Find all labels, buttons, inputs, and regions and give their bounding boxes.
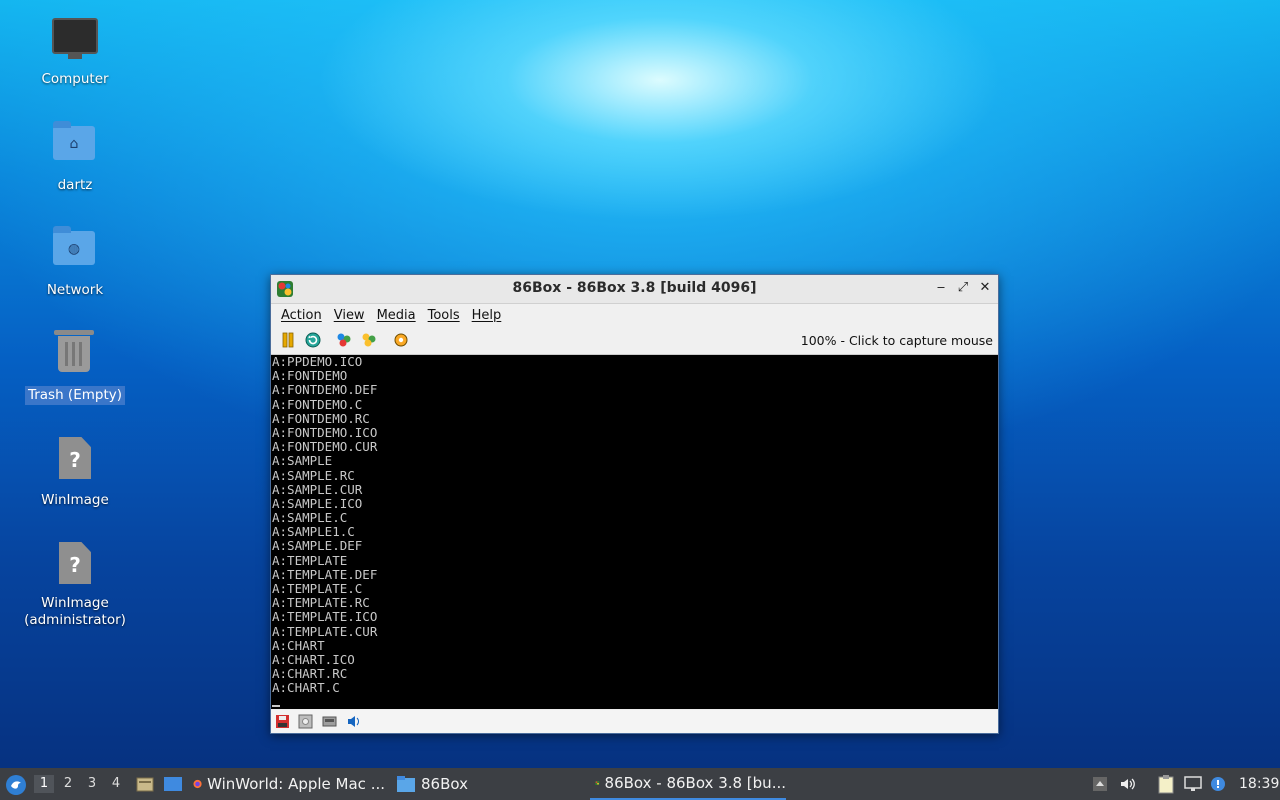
task-label: 86Box: [421, 775, 468, 793]
network-folder-icon: ◍: [51, 225, 99, 273]
window-title: 86Box - 86Box 3.8 [build 4096]: [512, 280, 757, 296]
network-icon[interactable]: [1184, 775, 1202, 793]
emulator-window: 86Box - 86Box 3.8 [build 4096] ‒ ⤢ ✕ Act…: [270, 274, 999, 734]
hard-disk-icon[interactable]: [322, 714, 337, 729]
screen-line: A:FONTDEMO.ICO: [272, 424, 378, 440]
screen-line: A:FONTDEMO.CUR: [272, 439, 378, 455]
screen-line: A:TEMPLATE.CUR: [272, 623, 378, 639]
settings-icon[interactable]: [393, 332, 409, 348]
menu-action[interactable]: Action: [275, 308, 328, 323]
workspace-2[interactable]: 2: [58, 775, 78, 793]
clock[interactable]: 18:39: [1239, 768, 1279, 800]
reset-icon[interactable]: [305, 332, 321, 348]
menu-media[interactable]: Media: [371, 308, 422, 323]
screen-line: A:FONTDEMO: [272, 368, 348, 384]
unknown-file-icon: ?: [51, 540, 99, 588]
minimize-icon[interactable]: ‒: [932, 279, 950, 297]
desktop-icon-label: WinImage: [41, 492, 109, 508]
screen-line: A:TEMPLATE.C: [272, 581, 363, 596]
workspace-4[interactable]: 4: [106, 775, 126, 793]
screen-line: A:SAMPLE1.C: [272, 524, 355, 540]
window-titlebar[interactable]: 86Box - 86Box 3.8 [build 4096] ‒ ⤢ ✕: [271, 275, 998, 304]
pause-icon[interactable]: [280, 332, 296, 348]
maximize-icon[interactable]: ⤢: [954, 279, 972, 297]
screen-line: A:SAMPLE: [272, 453, 333, 469]
capture-status: 100% - Click to capture mouse: [800, 333, 993, 348]
desktop-icon-label: WinImage (administrator): [24, 595, 126, 628]
task-label: WinWorld: Apple Mac ...: [207, 775, 385, 793]
menu-view[interactable]: View: [328, 308, 371, 323]
ctrl-alt-del-icon[interactable]: [336, 332, 352, 348]
tray-expand-icon[interactable]: [1092, 776, 1108, 792]
emulator-screen[interactable]: A:PPDEMO.ICO A:FONTDEMO A:FONTDEMO.DEF A:FO…: [271, 355, 998, 709]
desktop-icon-label: dartz: [57, 177, 93, 193]
whisker-menu-icon[interactable]: [5, 774, 27, 796]
screen-line: A:TEMPLATE.ICO: [272, 609, 378, 625]
screen-line: A:FONTDEMO.C: [272, 396, 363, 412]
screen-line: A:CHART: [272, 637, 325, 653]
screen-line: A:CHART.ICO: [272, 651, 355, 667]
firefox-icon: [193, 779, 202, 789]
task-label: 86Box - 86Box 3.8 [bu...: [604, 774, 786, 792]
status-bar: [271, 710, 998, 733]
ctrl-alt-esc-icon[interactable]: [361, 332, 377, 348]
desktop-icon-label: Network: [46, 282, 104, 298]
unknown-file-icon: ?: [51, 435, 99, 483]
screen-line: A:CHART.RC: [272, 666, 348, 682]
desktop-icon-trash[interactable]: Trash (Empty): [20, 330, 130, 405]
screen-line: A:TEMPLATE.DEF: [272, 566, 378, 582]
show-desktop-icon[interactable]: [163, 775, 183, 793]
cdrom-drive-icon[interactable]: [298, 714, 313, 729]
workspace-3[interactable]: 3: [82, 775, 102, 793]
screen-line: A:TEMPLATE: [272, 552, 348, 568]
screen-line: A:SAMPLE.C: [272, 510, 348, 526]
menu-tools[interactable]: Tools: [422, 308, 466, 323]
taskbar: 1 2 3 4 WinWorld: Apple Mac ... 86Box 86…: [0, 768, 1280, 800]
clipboard-icon[interactable]: [1157, 774, 1175, 794]
desktop-icon-winimage-admin[interactable]: ? WinImage (administrator): [20, 540, 130, 630]
toolbar: 100% - Click to capture mouse: [271, 326, 998, 355]
task-86box-window[interactable]: 86Box - 86Box 3.8 [bu...: [590, 768, 786, 800]
screen-line: A:CHART.C: [272, 680, 340, 696]
floppy-drive-icon[interactable]: [275, 714, 290, 729]
menu-bar: Action View Media Tools Help: [271, 304, 998, 326]
home-folder-icon: ⌂: [51, 120, 99, 168]
screen-line: A:SAMPLE.ICO: [272, 495, 363, 511]
desktop-icon-home-folder[interactable]: ⌂ dartz: [20, 120, 130, 195]
86box-app-icon: [595, 780, 600, 786]
file-manager-icon[interactable]: [136, 775, 154, 793]
screen-line: A:SAMPLE.CUR: [272, 481, 363, 497]
folder-icon: [397, 776, 415, 792]
menu-help[interactable]: Help: [466, 308, 508, 323]
screen-line: A:SAMPLE.RC: [272, 467, 355, 483]
task-firefox[interactable]: WinWorld: Apple Mac ...: [193, 768, 385, 800]
volume-icon[interactable]: [1120, 776, 1136, 792]
screen-line: A:FONTDEMO.DEF: [272, 382, 378, 398]
desktop-icon-network[interactable]: ◍ Network: [20, 225, 130, 300]
update-notifier-icon[interactable]: [1210, 776, 1226, 792]
task-86box-folder[interactable]: 86Box: [396, 768, 476, 800]
screen-line: A:FONTDEMO.RC: [272, 410, 370, 426]
screen-line: A:PPDEMO.ICO: [272, 355, 363, 369]
close-icon[interactable]: ✕: [976, 279, 994, 297]
computer-icon: [51, 14, 99, 62]
screen-line: A:TEMPLATE.RC: [272, 595, 370, 611]
desktop-icon-winimage[interactable]: ? WinImage: [20, 435, 130, 510]
desktop-icon-label: Trash (Empty): [24, 386, 126, 405]
screen-cursor: [271, 696, 998, 707]
screen-line: A:SAMPLE.DEF: [272, 538, 363, 554]
workspace-1[interactable]: 1: [34, 775, 54, 793]
sound-icon[interactable]: [346, 714, 361, 729]
desktop-icon-computer[interactable]: Computer: [20, 14, 130, 89]
trash-icon: [51, 330, 99, 378]
desktop-icon-label: Computer: [41, 71, 109, 87]
